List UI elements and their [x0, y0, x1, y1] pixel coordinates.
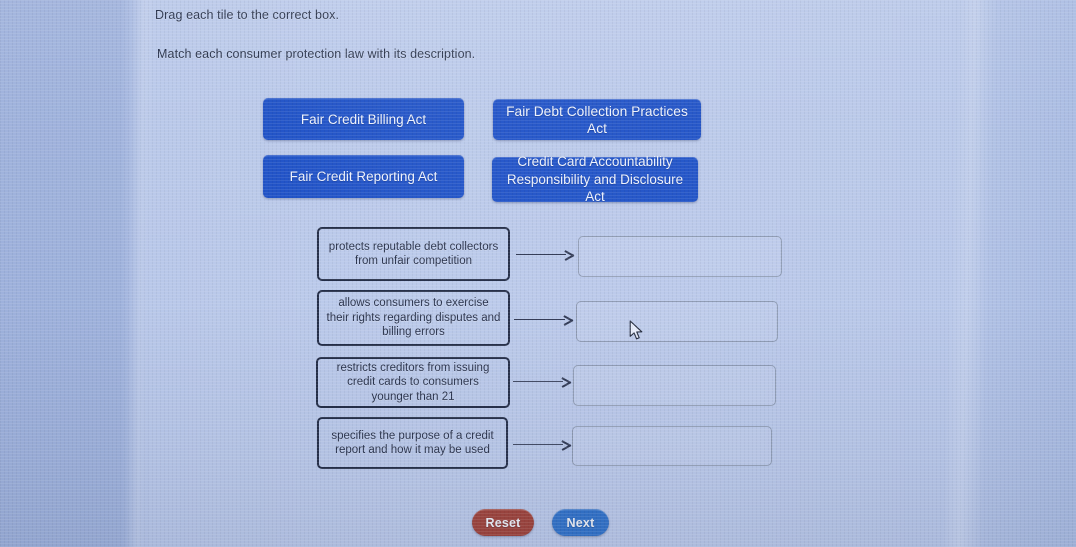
drag-instruction: Drag each tile to the correct box.	[155, 8, 340, 22]
arrow-head	[562, 439, 571, 450]
arrow-shaft	[514, 318, 565, 320]
drop-target-3[interactable]	[573, 365, 776, 406]
arrow-shaft	[516, 253, 566, 255]
arrow-head	[564, 314, 573, 325]
arrow-icon-2	[514, 312, 573, 326]
description-box-4: specifies the purpose of a credit report…	[317, 417, 508, 469]
drop-target-2[interactable]	[576, 301, 778, 342]
description-box-3: restricts creditors from issuing credit …	[316, 357, 510, 408]
arrow-head	[565, 249, 574, 260]
tile-credit-card-accountability-responsibility-and-disclosure-act[interactable]: Credit Card Accountability Responsibilit…	[492, 154, 698, 204]
tile-fair-debt-collection-practices-act[interactable]: Fair Debt Collection Practices Act	[493, 99, 701, 140]
tile-fair-credit-billing-act[interactable]: Fair Credit Billing Act	[263, 98, 464, 140]
question-text: Match each consumer protection law with …	[157, 47, 476, 61]
screen-photo: Drag each tile to the correct box. Match…	[0, 0, 1076, 547]
arrow-shaft	[513, 380, 563, 382]
activity-page: Drag each tile to the correct box. Match…	[0, 0, 1076, 547]
arrow-head	[562, 376, 571, 387]
next-button[interactable]: Next	[552, 509, 609, 536]
arrow-icon-3	[513, 374, 571, 388]
description-box-2: allows consumers to exercise their right…	[317, 290, 510, 346]
arrow-shaft	[513, 443, 563, 445]
reset-button[interactable]: Reset	[472, 509, 534, 536]
arrow-icon-1	[516, 247, 574, 261]
drop-target-1[interactable]	[578, 236, 782, 277]
arrow-icon-4	[513, 437, 571, 451]
description-box-1: protects reputable debt collectors from …	[317, 227, 510, 281]
tile-fair-credit-reporting-act[interactable]: Fair Credit Reporting Act	[263, 155, 464, 198]
drop-target-4[interactable]	[572, 426, 772, 466]
